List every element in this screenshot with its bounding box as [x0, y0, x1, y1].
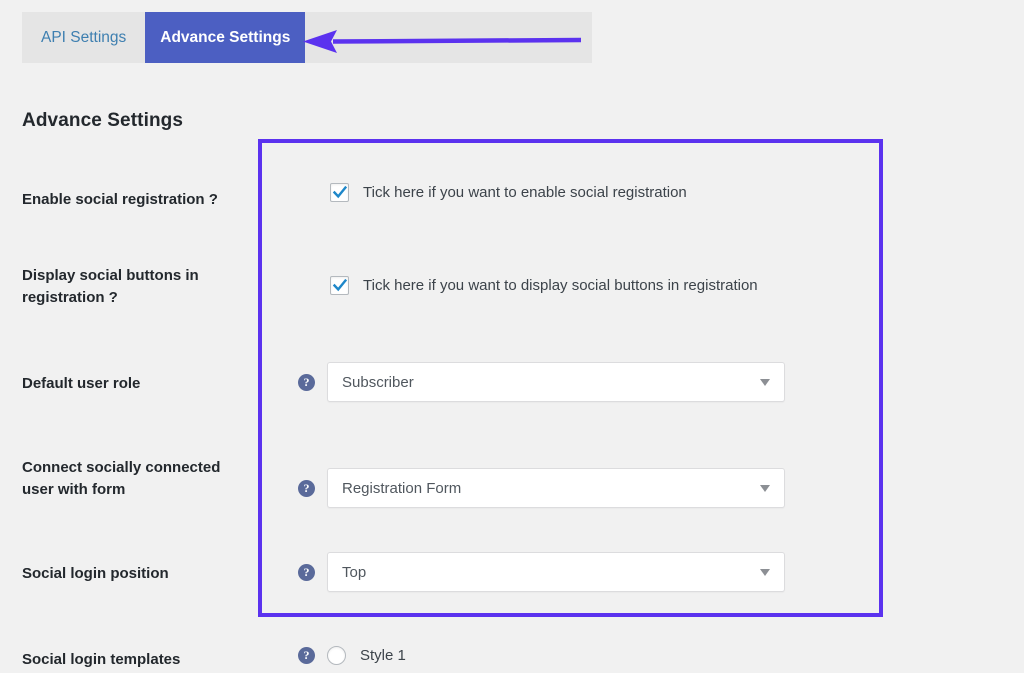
help-icon[interactable]: ?: [298, 647, 315, 664]
checkbox-label: Tick here if you want to enable social r…: [363, 184, 687, 201]
page-title: Advance Settings: [22, 110, 184, 131]
setting-label: Social login position: [22, 565, 169, 582]
setting-label: Connect socially connected user with for…: [22, 459, 221, 498]
help-icon[interactable]: ?: [298, 563, 315, 581]
checkmark-icon: [332, 278, 348, 292]
checkbox-box[interactable]: [330, 183, 349, 202]
setting-label: Social login templates: [22, 651, 181, 668]
help-icon[interactable]: ?: [298, 373, 315, 391]
enable-social-registration-checkbox[interactable]: Tick here if you want to enable social r…: [330, 183, 687, 202]
setting-label: Default user role: [22, 375, 141, 392]
radio-circle[interactable]: [327, 646, 346, 665]
select-value: Top: [342, 563, 367, 581]
chevron-down-icon: [760, 484, 770, 492]
display-social-buttons-checkbox[interactable]: Tick here if you want to display social …: [330, 276, 758, 295]
chevron-down-icon: [760, 378, 770, 386]
setting-label: Display social buttons in registration ?: [22, 267, 199, 306]
settings-tab-bar: API Settings Advance Settings: [22, 12, 592, 63]
chevron-down-icon: [760, 568, 770, 576]
default-user-role-select[interactable]: Subscriber: [327, 362, 785, 402]
tab-advance-settings[interactable]: Advance Settings: [145, 12, 306, 63]
connect-user-with-form-select[interactable]: Registration Form: [327, 468, 785, 508]
social-login-position-select[interactable]: Top: [327, 552, 785, 592]
tab-api-settings[interactable]: API Settings: [22, 12, 145, 63]
select-value: Subscriber: [342, 373, 414, 391]
social-login-template-style-1-radio[interactable]: Style 1: [327, 646, 406, 665]
help-icon[interactable]: ?: [298, 479, 315, 497]
checkbox-label: Tick here if you want to display social …: [363, 277, 758, 294]
checkbox-box[interactable]: [330, 276, 349, 295]
checkmark-icon: [332, 185, 348, 199]
radio-label: Style 1: [360, 647, 406, 664]
select-value: Registration Form: [342, 479, 462, 497]
setting-label: Enable social registration ?: [22, 191, 218, 208]
